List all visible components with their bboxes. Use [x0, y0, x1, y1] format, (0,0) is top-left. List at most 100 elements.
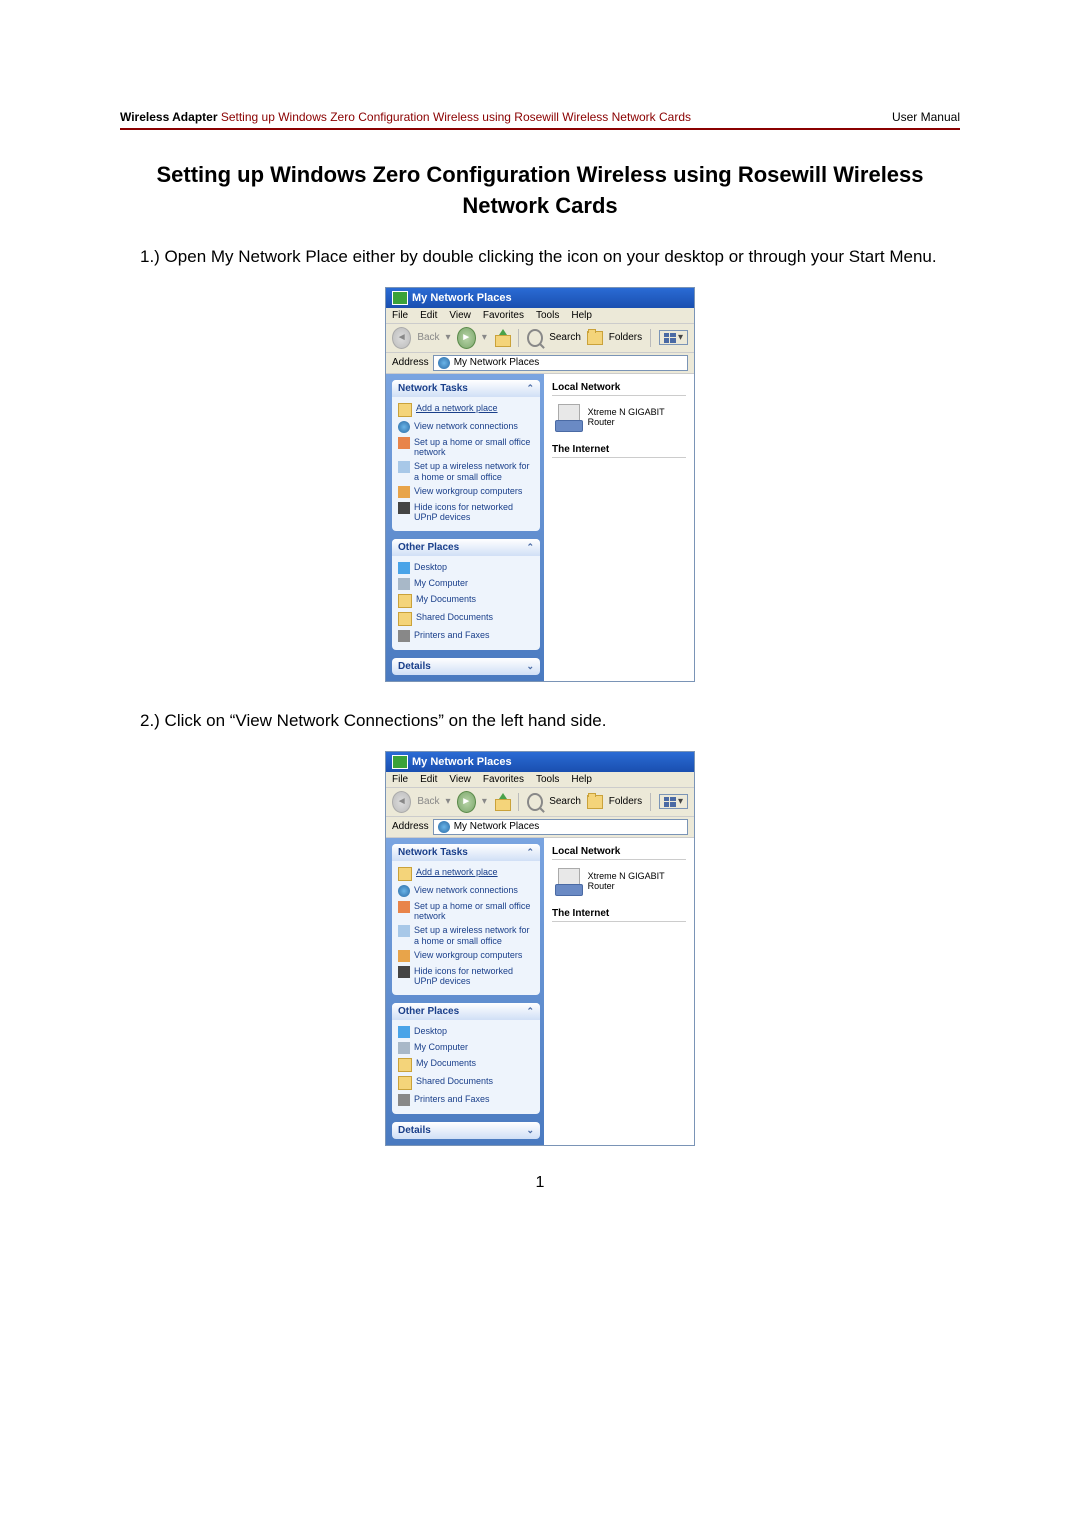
- chevron-up-icon: ⌃: [526, 542, 534, 553]
- addressbar: Address My Network Places: [386, 353, 694, 374]
- back-button[interactable]: ◄: [392, 327, 411, 349]
- task-add-network-place[interactable]: Add a network place: [398, 865, 534, 883]
- menu-edit[interactable]: Edit: [420, 310, 437, 321]
- forward-button[interactable]: ►: [457, 791, 476, 813]
- step-2-text: 2.) Click on “View Network Connections” …: [140, 710, 960, 733]
- main-pane: Local Network Xtreme N GIGABIT Router Th…: [544, 838, 694, 1145]
- task-wireless-network[interactable]: Set up a wireless network for a home or …: [398, 459, 534, 484]
- folders-label[interactable]: Folders: [609, 332, 642, 343]
- task-hide-upnp[interactable]: Hide icons for networked UPnP devices: [398, 500, 534, 525]
- task-hide-upnp[interactable]: Hide icons for networked UPnP devices: [398, 964, 534, 989]
- back-button[interactable]: ◄: [392, 791, 411, 813]
- menu-tools[interactable]: Tools: [536, 774, 559, 785]
- task-view-connections[interactable]: View network connections: [398, 419, 534, 435]
- menu-help[interactable]: Help: [571, 774, 592, 785]
- address-field[interactable]: My Network Places: [433, 355, 688, 371]
- main-pane: Local Network Xtreme N GIGABIT Router Th…: [544, 374, 694, 681]
- screenshot-1: My Network Places File Edit View Favorit…: [385, 287, 695, 682]
- network-tasks-header[interactable]: Network Tasks ⌃: [392, 844, 540, 861]
- folders-icon[interactable]: [587, 331, 603, 345]
- chevron-up-icon: ⌃: [526, 847, 534, 858]
- address-field[interactable]: My Network Places: [433, 819, 688, 835]
- search-icon[interactable]: [527, 793, 543, 811]
- internet-label: The Internet: [552, 442, 686, 458]
- product-name: Wireless Adapter: [120, 110, 217, 124]
- menubar: File Edit View Favorites Tools Help: [386, 772, 694, 788]
- window-titlebar: My Network Places: [386, 752, 694, 772]
- page-header: Wireless Adapter Setting up Windows Zero…: [120, 110, 960, 130]
- window-title: My Network Places: [412, 292, 512, 304]
- other-places-header[interactable]: Other Places ⌃: [392, 539, 540, 556]
- views-button[interactable]: ▾: [659, 330, 688, 345]
- toolbar: ◄ Back ▾ ► ▾ Search Folders ▾: [386, 788, 694, 817]
- internet-label: The Internet: [552, 906, 686, 922]
- chevron-up-icon: ⌃: [526, 383, 534, 394]
- menu-favorites[interactable]: Favorites: [483, 310, 524, 321]
- search-icon[interactable]: [527, 329, 543, 347]
- task-workgroup[interactable]: View workgroup computers: [398, 948, 534, 964]
- menu-view[interactable]: View: [449, 310, 471, 321]
- page-number: 1: [120, 1174, 960, 1192]
- folders-label[interactable]: Folders: [609, 796, 642, 807]
- page-title: Setting up Windows Zero Configuration Wi…: [120, 160, 960, 222]
- back-label: Back: [417, 332, 439, 343]
- local-network-label: Local Network: [552, 380, 686, 396]
- place-my-computer[interactable]: My Computer: [398, 576, 534, 592]
- place-shared-docs[interactable]: Shared Documents: [398, 610, 534, 628]
- menu-help[interactable]: Help: [571, 310, 592, 321]
- window-title: My Network Places: [412, 756, 512, 768]
- place-printers[interactable]: Printers and Faxes: [398, 628, 534, 644]
- other-places-panel: Other Places ⌃ Desktop My Computer My Do…: [392, 1003, 540, 1114]
- place-my-documents[interactable]: My Documents: [398, 592, 534, 610]
- place-shared-docs[interactable]: Shared Documents: [398, 1074, 534, 1092]
- place-printers[interactable]: Printers and Faxes: [398, 1092, 534, 1108]
- views-button[interactable]: ▾: [659, 794, 688, 809]
- task-add-network-place[interactable]: Add a network place: [398, 401, 534, 419]
- task-home-network[interactable]: Set up a home or small office network: [398, 435, 534, 460]
- address-icon: [438, 357, 450, 369]
- menu-edit[interactable]: Edit: [420, 774, 437, 785]
- header-right: User Manual: [892, 110, 960, 124]
- window-titlebar: My Network Places: [386, 288, 694, 308]
- router-item[interactable]: Xtreme N GIGABIT Router: [552, 866, 686, 896]
- place-desktop[interactable]: Desktop: [398, 560, 534, 576]
- up-button[interactable]: [493, 329, 510, 347]
- details-header[interactable]: Details ⌄: [392, 658, 540, 675]
- details-panel: Details ⌄: [392, 658, 540, 675]
- window-icon: [392, 755, 408, 769]
- menu-view[interactable]: View: [449, 774, 471, 785]
- place-my-computer[interactable]: My Computer: [398, 1040, 534, 1056]
- forward-button[interactable]: ►: [457, 327, 476, 349]
- step-1-text: 1.) Open My Network Place either by doub…: [140, 246, 960, 269]
- place-my-documents[interactable]: My Documents: [398, 1056, 534, 1074]
- task-home-network[interactable]: Set up a home or small office network: [398, 899, 534, 924]
- chevron-up-icon: ⌃: [526, 1006, 534, 1017]
- task-view-connections[interactable]: View network connections: [398, 883, 534, 899]
- network-tasks-header[interactable]: Network Tasks ⌃: [392, 380, 540, 397]
- sidebar: Network Tasks ⌃ Add a network place View…: [386, 374, 544, 681]
- task-workgroup[interactable]: View workgroup computers: [398, 484, 534, 500]
- details-header[interactable]: Details ⌄: [392, 1122, 540, 1139]
- menu-file[interactable]: File: [392, 310, 408, 321]
- folders-icon[interactable]: [587, 795, 603, 809]
- place-desktop[interactable]: Desktop: [398, 1024, 534, 1040]
- menu-file[interactable]: File: [392, 774, 408, 785]
- search-label[interactable]: Search: [549, 796, 581, 807]
- search-label[interactable]: Search: [549, 332, 581, 343]
- content-area: Network Tasks ⌃ Add a network place View…: [386, 838, 694, 1145]
- task-wireless-network[interactable]: Set up a wireless network for a home or …: [398, 923, 534, 948]
- details-panel: Details ⌄: [392, 1122, 540, 1139]
- address-value: My Network Places: [454, 357, 540, 368]
- window-icon: [392, 291, 408, 305]
- chevron-down-icon: ⌄: [526, 1125, 534, 1136]
- menu-favorites[interactable]: Favorites: [483, 774, 524, 785]
- menu-tools[interactable]: Tools: [536, 310, 559, 321]
- router-item[interactable]: Xtreme N GIGABIT Router: [552, 402, 686, 432]
- address-label: Address: [392, 821, 429, 832]
- sidebar: Network Tasks ⌃ Add a network place View…: [386, 838, 544, 1145]
- other-places-header[interactable]: Other Places ⌃: [392, 1003, 540, 1020]
- up-button[interactable]: [493, 793, 510, 811]
- address-icon: [438, 821, 450, 833]
- router-icon: [552, 866, 582, 896]
- router-icon: [552, 402, 582, 432]
